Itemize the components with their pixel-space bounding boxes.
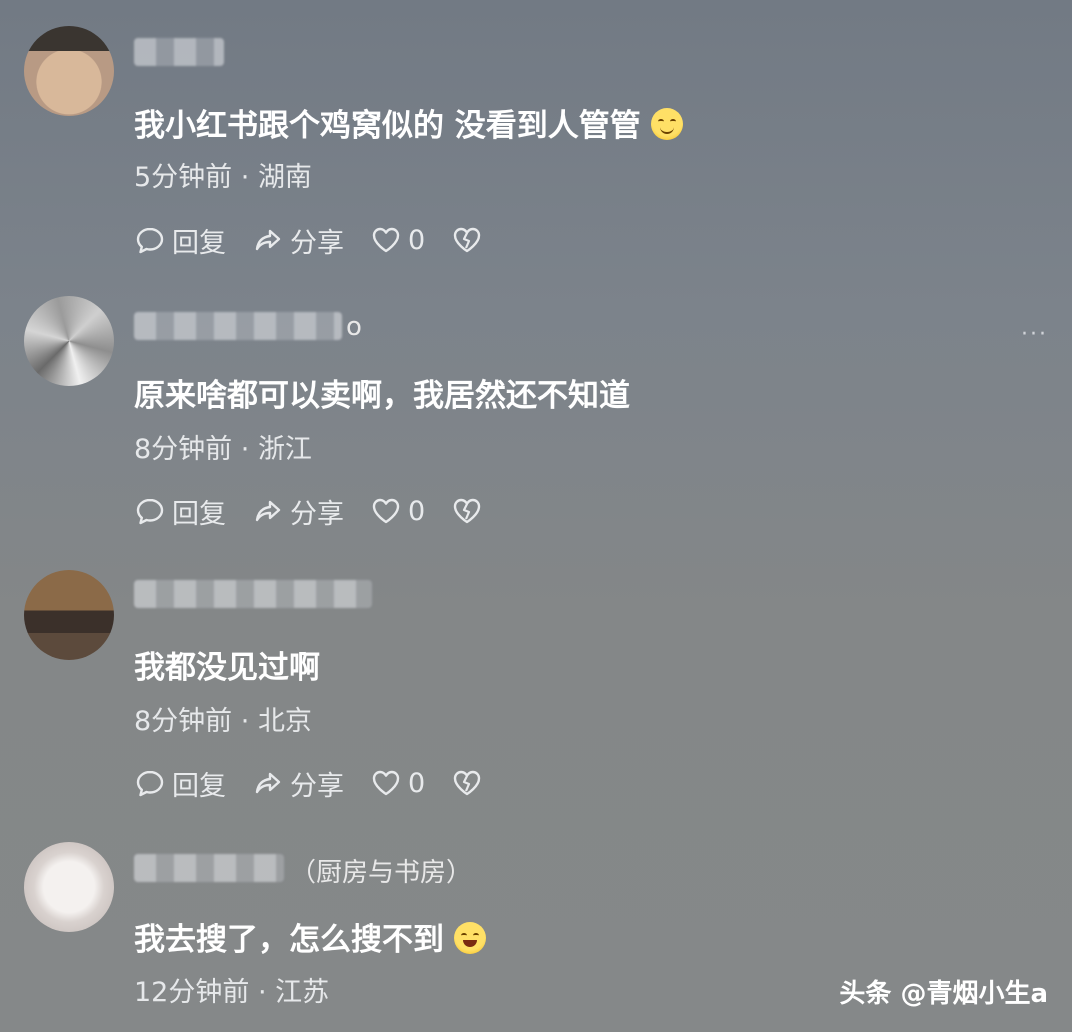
reply-bubble-icon [136,770,164,797]
username-blurred[interactable] [134,38,224,66]
broken-heart-icon [453,498,481,524]
heart-icon [372,498,400,524]
share-arrow-icon [255,229,281,251]
avatar[interactable] [24,842,114,932]
avatar[interactable] [24,296,114,386]
username-blurred[interactable] [134,854,284,882]
dislike-button[interactable] [451,767,489,799]
heart-icon [372,770,400,796]
reply-button[interactable]: 回复 [134,492,226,531]
like-button[interactable]: 0 [370,224,425,256]
username-suffix[interactable]: （厨房与书房） [290,852,472,889]
broken-heart-icon [453,770,481,796]
heart-icon [372,227,400,253]
reply-bubble-icon [136,227,164,254]
reply-label: 回复 [172,498,226,530]
comment-text: 我小红书跟个鸡窝似的 没看到人管管 [134,100,683,145]
reply-button[interactable]: 回复 [134,764,226,803]
dislike-button[interactable] [451,495,489,527]
username-suffix[interactable]: o [346,312,362,342]
watermark: 头条 @青烟小生a [839,979,1048,1009]
share-arrow-icon [255,772,281,794]
smiling-face-emoji-icon [650,108,683,140]
share-button[interactable]: 分享 [252,221,344,260]
comment-meta: 5分钟前 · 湖南 [134,162,312,193]
comment-meta: 12分钟前 · 江苏 [134,977,330,1008]
broken-heart-icon [453,227,481,253]
avatar[interactable] [24,570,114,660]
more-options-button[interactable]: ··· [1021,322,1048,347]
comment-time: 8分钟前 [134,434,233,465]
avatar[interactable] [24,26,114,116]
username-blurred[interactable] [134,312,342,340]
share-button[interactable]: 分享 [252,764,344,803]
like-count: 0 [408,495,426,527]
comment-actions: 回复 分享 0 [134,763,515,803]
comment-text: 我去搜了，怎么搜不到 [134,914,486,959]
share-label: 分享 [290,227,344,259]
comment-time: 5分钟前 [134,162,233,193]
comment-location: 浙江 [257,434,312,465]
share-arrow-icon [255,500,281,522]
share-label: 分享 [290,498,344,530]
share-button[interactable]: 分享 [252,492,344,531]
laughing-face-emoji-icon [454,922,486,954]
comment-location: 江苏 [275,977,330,1008]
comment-text: 原来啥都可以卖啊，我居然还不知道 [134,378,630,414]
comment-location: 北京 [257,706,312,737]
like-button[interactable]: 0 [370,495,425,527]
like-button[interactable]: 0 [370,767,425,799]
comment-actions: 回复 分享 0 [134,491,515,531]
comment-meta: 8分钟前 · 浙江 [134,434,312,465]
comment-actions: 回复 分享 0 [134,220,515,260]
reply-bubble-icon [136,498,164,525]
like-count: 0 [408,767,426,799]
username-blurred[interactable] [134,580,372,608]
reply-button[interactable]: 回复 [134,221,226,260]
comment-text-body: 我去搜了，怎么搜不到 [134,922,444,958]
dislike-button[interactable] [451,224,489,256]
comment-text-body: 我小红书跟个鸡窝似的 没看到人管管 [134,108,641,144]
comment-location: 湖南 [257,162,312,193]
share-label: 分享 [290,770,344,802]
comment-time: 12分钟前 [134,977,250,1008]
comment-text: 我都没见过啊 [134,650,320,686]
like-count: 0 [408,224,426,256]
comment-meta: 8分钟前 · 北京 [134,706,312,737]
reply-label: 回复 [172,227,226,259]
comment-time: 8分钟前 [134,706,233,737]
reply-label: 回复 [172,770,226,802]
